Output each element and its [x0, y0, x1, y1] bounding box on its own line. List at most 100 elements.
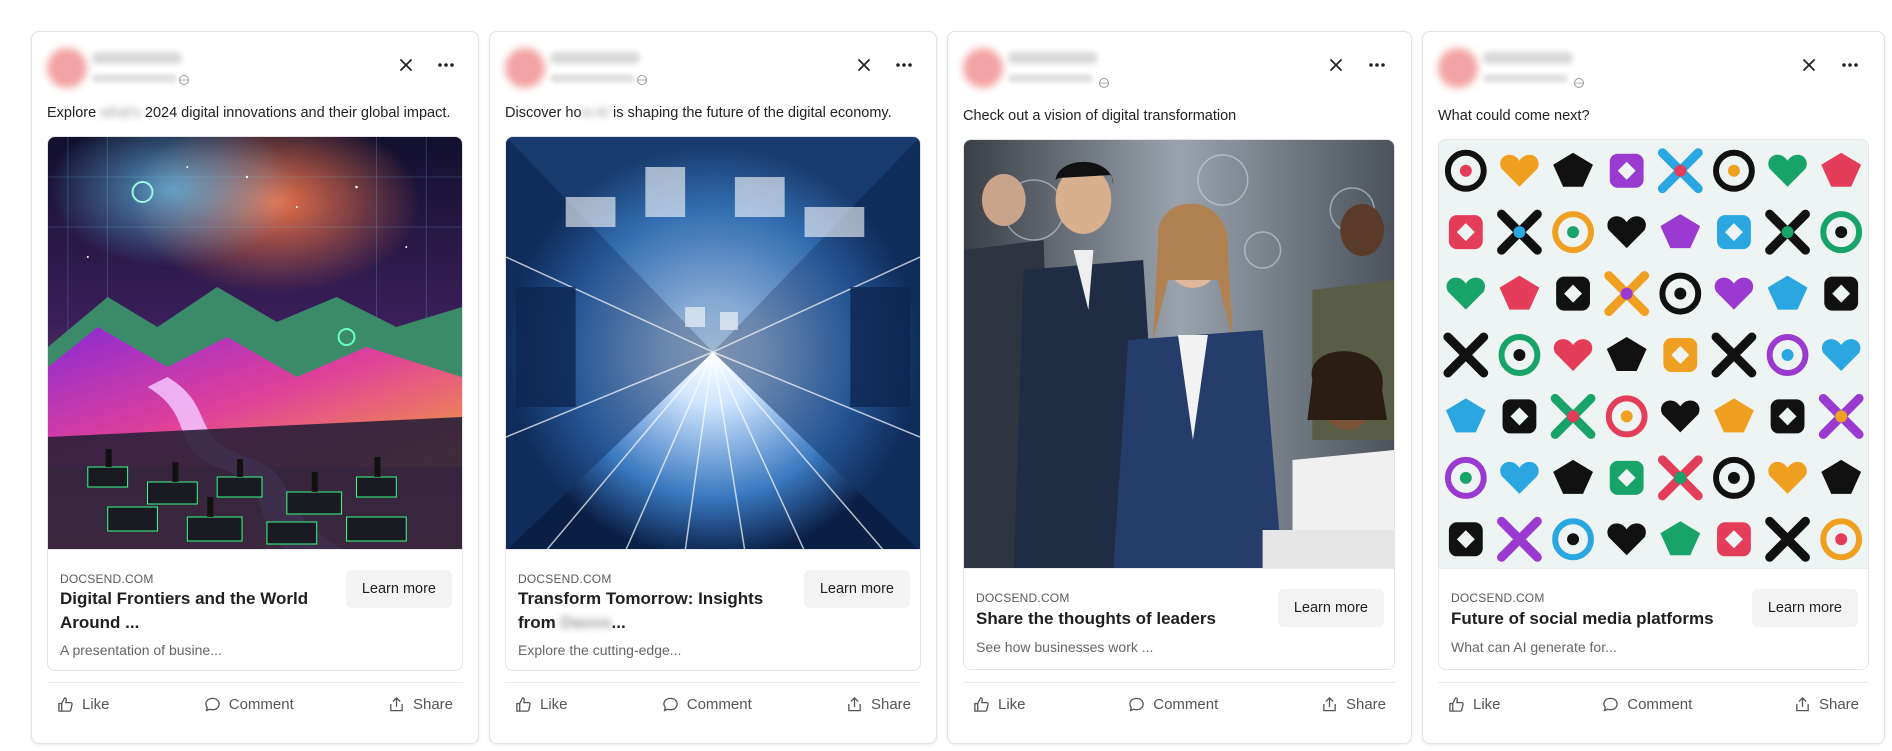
- author-name-redacted[interactable]: [1483, 52, 1573, 64]
- globe-icon: [1099, 78, 1109, 88]
- more-options-button[interactable]: [891, 52, 917, 78]
- share-icon: [390, 697, 403, 712]
- like-button[interactable]: Like: [505, 690, 578, 719]
- avatar[interactable]: [1438, 48, 1478, 88]
- link-title-line: from: [518, 613, 556, 632]
- like-label: Like: [998, 696, 1026, 713]
- learn-more-button[interactable]: Learn more: [1751, 589, 1858, 627]
- comment-bubble-icon: [1129, 697, 1145, 712]
- learn-more-button[interactable]: Learn more: [803, 570, 910, 608]
- author-name-redacted[interactable]: [1008, 52, 1098, 64]
- author-name-redacted[interactable]: [550, 52, 640, 64]
- link-image-social-icons-grid[interactable]: [1439, 140, 1868, 570]
- link-title-line: Future of social media platforms: [1451, 609, 1714, 628]
- more-horizontal-icon: [438, 63, 454, 67]
- link-preview[interactable]: DOCSEND.COM Future of social media platf…: [1438, 139, 1869, 670]
- share-label: Share: [1818, 696, 1859, 713]
- share-label: Share: [412, 696, 453, 713]
- link-title-line: Digital Frontiers and the World: [60, 589, 309, 608]
- learn-more-button[interactable]: Learn more: [345, 570, 452, 608]
- link-description: See how businesses work ...: [976, 639, 1154, 655]
- close-button[interactable]: [393, 52, 419, 78]
- comment-button[interactable]: Comment: [1118, 690, 1228, 719]
- post-meta-redacted: [92, 74, 177, 83]
- link-title-line: Share the thoughts of leaders: [976, 609, 1216, 628]
- link-domain: DOCSEND.COM: [518, 572, 612, 586]
- link-title[interactable]: Digital Frontiers and the World Around .…: [60, 587, 308, 635]
- link-domain: DOCSEND.COM: [60, 572, 154, 586]
- commentary-text: is shaping the future of the digital eco…: [608, 105, 892, 121]
- link-image-digital-corridor[interactable]: [506, 137, 920, 551]
- share-icon: [848, 697, 861, 712]
- share-button[interactable]: Share: [836, 690, 921, 719]
- close-button[interactable]: [1323, 52, 1349, 78]
- more-options-button[interactable]: [433, 52, 459, 78]
- more-horizontal-icon: [896, 63, 912, 67]
- link-title[interactable]: Share the thoughts of leaders: [976, 607, 1216, 631]
- learn-more-button[interactable]: Learn more: [1277, 589, 1384, 627]
- close-button[interactable]: [851, 52, 877, 78]
- post-commentary: Explore what's 2024 digital innovations …: [47, 105, 450, 121]
- share-button[interactable]: Share: [378, 690, 463, 719]
- more-options-button[interactable]: [1837, 52, 1863, 78]
- avatar[interactable]: [47, 48, 87, 88]
- commentary-redacted: w AI: [581, 105, 609, 121]
- link-description: What can AI generate for...: [1451, 639, 1617, 655]
- close-button[interactable]: [1796, 52, 1822, 78]
- link-preview[interactable]: DOCSEND.COM Digital Frontiers and the Wo…: [47, 136, 463, 671]
- link-title-line: Around ...: [60, 613, 140, 632]
- share-button[interactable]: Share: [1784, 690, 1869, 719]
- post-commentary: What could come next?: [1438, 108, 1590, 124]
- like-button[interactable]: Like: [1438, 690, 1511, 719]
- thumbs-up-icon: [516, 697, 531, 712]
- share-label: Share: [870, 696, 911, 713]
- avatar[interactable]: [505, 48, 545, 88]
- post-card: Discover how AI is shaping the future of…: [489, 31, 937, 744]
- comment-button[interactable]: Comment: [1592, 690, 1702, 719]
- close-icon: [858, 59, 870, 71]
- link-title[interactable]: Transform Tomorrow: Insights from Davos.…: [518, 587, 763, 635]
- comment-label: Comment: [228, 696, 294, 713]
- like-label: Like: [540, 696, 568, 713]
- more-options-button[interactable]: [1364, 52, 1390, 78]
- more-horizontal-icon: [1842, 63, 1858, 67]
- globe-icon: [637, 75, 647, 85]
- close-icon: [1803, 59, 1815, 71]
- commentary-text: What could come next?: [1438, 108, 1590, 124]
- comment-button[interactable]: Comment: [194, 690, 304, 719]
- comment-label: Comment: [1153, 696, 1219, 713]
- commentary-redacted: what's: [96, 105, 141, 121]
- thumbs-up-icon: [1449, 697, 1464, 712]
- link-title-line: ...: [611, 613, 626, 632]
- close-icon: [400, 59, 412, 71]
- like-label: Like: [82, 696, 110, 713]
- social-actions-bar: Like Comment Share: [47, 682, 463, 726]
- commentary-text: Explore: [47, 105, 97, 121]
- comment-label: Comment: [686, 696, 752, 713]
- commentary-text: Discover ho: [505, 105, 582, 121]
- post-meta-redacted: [1008, 74, 1093, 83]
- thumbs-up-icon: [58, 697, 73, 712]
- close-icon: [1330, 59, 1342, 71]
- author-name-redacted[interactable]: [92, 52, 182, 64]
- link-preview[interactable]: DOCSEND.COM Share the thoughts of leader…: [963, 139, 1395, 670]
- avatar[interactable]: [963, 48, 1003, 88]
- like-button[interactable]: Like: [47, 690, 120, 719]
- link-image-digital-landscape[interactable]: [48, 137, 462, 551]
- share-label: Share: [1345, 696, 1386, 713]
- comment-bubble-icon: [662, 697, 678, 712]
- globe-icon: [179, 75, 189, 85]
- link-domain: DOCSEND.COM: [1451, 591, 1545, 605]
- link-preview[interactable]: DOCSEND.COM Transform Tomorrow: Insights…: [505, 136, 921, 671]
- link-domain: DOCSEND.COM: [976, 591, 1070, 605]
- post-card: What could come next? DOCSEND.COM Future…: [1422, 31, 1885, 744]
- link-image-business-leaders[interactable]: [964, 140, 1394, 570]
- comment-button[interactable]: Comment: [652, 690, 762, 719]
- commentary-text: 2024 digital innovations and their globa…: [140, 105, 451, 121]
- link-description: A presentation of busine...: [60, 642, 222, 658]
- like-button[interactable]: Like: [963, 690, 1036, 719]
- link-title[interactable]: Future of social media platforms: [1451, 607, 1714, 631]
- globe-icon: [1574, 78, 1584, 88]
- commentary-text: Check out a vision of: [963, 108, 1098, 124]
- share-button[interactable]: Share: [1311, 690, 1396, 719]
